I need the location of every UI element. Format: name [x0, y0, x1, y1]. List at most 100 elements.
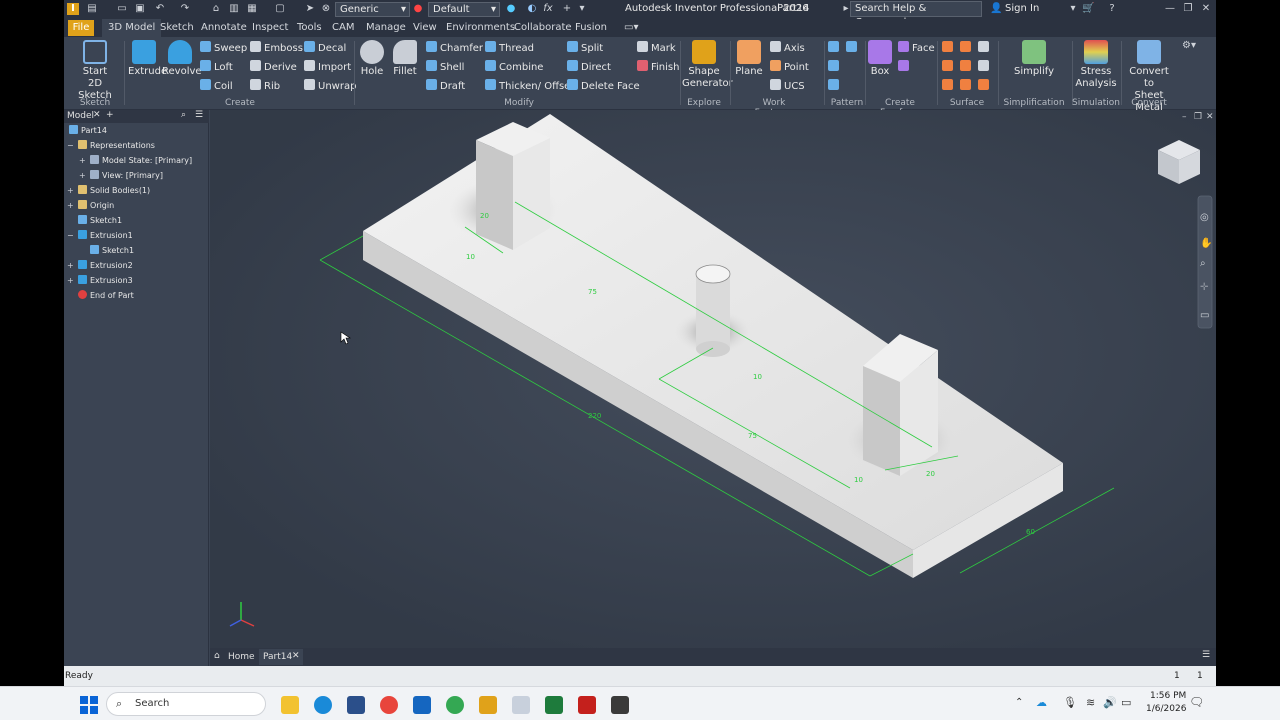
direct-button[interactable]: Direct	[567, 60, 611, 73]
doc-close-icon[interactable]: ✕	[1206, 112, 1214, 122]
expand-icon[interactable]: +	[67, 184, 75, 198]
search-icon[interactable]: ⌕	[181, 110, 186, 120]
thicken-offset-button[interactable]: Thicken/ Offset	[485, 79, 574, 92]
ribbon-options-icon[interactable]: ⚙▾	[1182, 40, 1196, 51]
battery-icon[interactable]: ▭	[1121, 696, 1131, 709]
surface-stitch-button[interactable]	[942, 41, 956, 54]
doc-restore-icon[interactable]: ❐	[1194, 112, 1202, 122]
combine-button[interactable]: Combine	[485, 60, 543, 73]
material-combo[interactable]: Generic ▾	[335, 2, 410, 17]
expand-icon[interactable]: +	[79, 169, 87, 183]
cloud-icon[interactable]: ☁	[1036, 696, 1047, 709]
volume-icon[interactable]: 🔊	[1103, 696, 1117, 709]
tab-cam[interactable]: CAM	[332, 22, 354, 33]
part14-tab[interactable]: Part14 ✕	[259, 649, 303, 665]
chevron-down-icon[interactable]: ▾	[1067, 3, 1079, 15]
tab-sketch[interactable]: Sketch	[160, 22, 194, 33]
acrobat-icon[interactable]	[578, 696, 596, 714]
tab-view[interactable]: View	[413, 22, 437, 33]
block-front-face[interactable]	[863, 366, 900, 476]
unwrap-button[interactable]: Unwrap	[304, 79, 356, 92]
minimize-icon[interactable]: —	[1164, 3, 1176, 15]
model-canvas[interactable]: 20 10 75 10 220 75 10 20 60 ◎ ✋ ⌕ ✛ ▭ – …	[210, 110, 1216, 648]
loft-button[interactable]: Loft	[200, 60, 233, 73]
home-icon[interactable]: ⌂	[214, 651, 220, 661]
stress-analysis-button[interactable]: Stress Analysis	[1074, 40, 1118, 90]
dim-75-top[interactable]: 75	[588, 288, 597, 296]
chrome-profile-icon[interactable]	[446, 696, 464, 714]
dim-20-right[interactable]: 20	[926, 470, 935, 478]
extrude-button[interactable]: Extrude	[128, 40, 167, 78]
zoom-icon[interactable]: ⌕	[1200, 258, 1206, 269]
tree-item-extrusion3[interactable]: + Extrusion3	[67, 274, 133, 288]
redo-icon[interactable]: ↷	[179, 3, 191, 15]
appearance-combo[interactable]: Default ▾	[428, 2, 500, 17]
browser-tab-model[interactable]: Model	[67, 111, 94, 121]
close-icon[interactable]: ✕	[1200, 3, 1212, 15]
tab-inspect[interactable]: Inspect	[252, 22, 288, 33]
surface-patch-button[interactable]	[960, 41, 974, 54]
tree-item-solid-bodies[interactable]: + Solid Bodies(1)	[67, 184, 150, 198]
sign-in-link[interactable]: Sign In	[1005, 3, 1039, 14]
sketch-pattern-button[interactable]	[828, 79, 842, 92]
clock-time[interactable]: 1:56 PM	[1150, 691, 1186, 701]
fillet-button[interactable]: Fillet	[390, 40, 420, 78]
expand-icon[interactable]: +	[67, 274, 75, 288]
emboss-button[interactable]: Emboss	[250, 41, 303, 54]
file-explorer-icon[interactable]	[281, 696, 299, 714]
tabs-menu-icon[interactable]: ☰	[1202, 650, 1210, 660]
undo-icon[interactable]: ↶	[154, 3, 166, 15]
chamfer-button[interactable]: Chamfer	[426, 41, 483, 54]
plane-button[interactable]: Plane	[733, 40, 765, 78]
steering-wheel-icon[interactable]: ◎	[1200, 212, 1209, 223]
freeform-tool-button[interactable]	[898, 60, 912, 73]
decal-button[interactable]: Decal	[304, 41, 346, 54]
face-button[interactable]: Face	[898, 41, 935, 54]
cart-icon[interactable]: 🛒	[1082, 3, 1094, 15]
color-override-icon[interactable]: ●	[505, 3, 517, 15]
tree-item-representations[interactable]: − Representations	[67, 139, 155, 153]
edge-browser-icon[interactable]	[314, 696, 332, 714]
surface-repair-button[interactable]	[978, 79, 992, 92]
fx-parameters-icon[interactable]: fx	[542, 3, 554, 15]
excel-icon[interactable]	[545, 696, 563, 714]
home-tab[interactable]: Home	[228, 652, 255, 662]
tab-manage[interactable]: Manage	[366, 22, 406, 33]
dim-10-right[interactable]: 10	[854, 476, 863, 484]
tree-item-end-of-part[interactable]: End of Part	[67, 289, 134, 303]
tree-item-extrusion1[interactable]: − Extrusion1	[67, 229, 133, 243]
help-icon[interactable]: ?	[1106, 3, 1118, 15]
left-block[interactable]	[476, 122, 550, 250]
appearance-ball-icon[interactable]: ●	[412, 3, 424, 15]
new-file-icon[interactable]: ▤	[86, 3, 98, 15]
chevron-up-icon[interactable]: ⌃	[1015, 697, 1023, 708]
home-icon[interactable]: ⌂	[210, 3, 222, 15]
autocad-icon[interactable]	[611, 696, 629, 714]
dim-220-length[interactable]: 220	[588, 412, 601, 420]
point-button[interactable]: Point	[770, 60, 809, 73]
tree-item-extrusion2[interactable]: + Extrusion2	[67, 259, 133, 273]
delete-face-button[interactable]: Delete Face	[567, 79, 640, 92]
snipping-tool-icon[interactable]	[512, 696, 530, 714]
outlook-icon[interactable]	[413, 696, 431, 714]
tab-collaborate[interactable]: Collaborate	[514, 22, 572, 33]
dim-10-left[interactable]: 10	[466, 253, 475, 261]
collapse-icon[interactable]: −	[67, 229, 75, 243]
store-icon[interactable]	[347, 696, 365, 714]
open-folder-icon[interactable]: ▭	[116, 3, 128, 15]
mark-button[interactable]: Mark	[637, 41, 676, 54]
close-icon[interactable]: ✕	[93, 110, 101, 120]
tab-fusion[interactable]: Fusion	[575, 22, 607, 33]
thread-button[interactable]: Thread	[485, 41, 534, 54]
dim-10-center[interactable]: 10	[753, 373, 762, 381]
microphone-icon[interactable]: 🎙	[1063, 696, 1077, 709]
clear-override-icon[interactable]: ◐	[526, 3, 538, 15]
customize-icon[interactable]: ▾	[576, 3, 588, 15]
surface-replace-button[interactable]	[978, 60, 992, 73]
clock-date[interactable]: 1/6/2026	[1146, 704, 1186, 714]
navigation-bar[interactable]: ◎ ✋ ⌕ ✛ ▭	[1197, 195, 1212, 329]
save-icon[interactable]: ▣	[134, 3, 146, 15]
inventor-logo-icon[interactable]: I	[67, 3, 79, 15]
start-2d-sketch-button[interactable]: Start 2D Sketch	[72, 40, 118, 102]
tree-item-sketch1[interactable]: Sketch1	[67, 214, 122, 228]
